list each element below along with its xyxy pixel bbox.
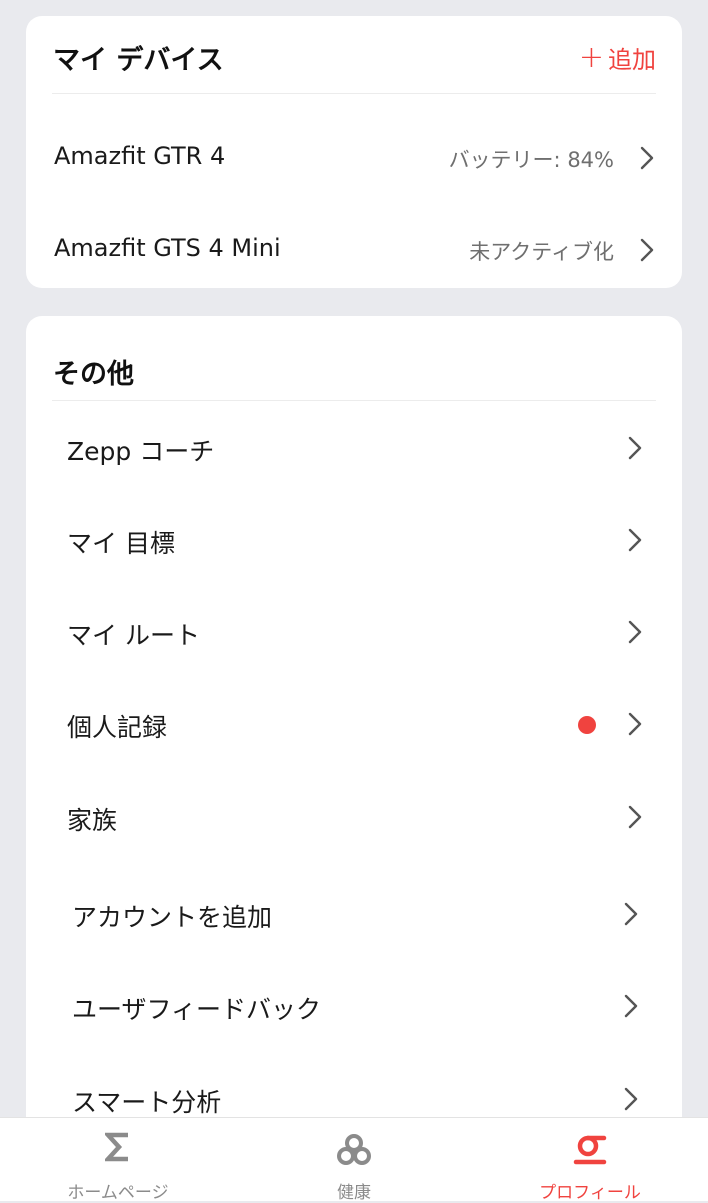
menu-item-user-feedback[interactable]: ユーザフィードバック — [26, 966, 682, 1046]
notification-dot — [578, 716, 596, 734]
tab-label: プロフィール — [539, 1183, 641, 1203]
menu-item-my-routes[interactable]: マイ ルート — [26, 592, 682, 672]
tab-label: 健康 — [337, 1183, 371, 1203]
health-icon — [337, 1134, 371, 1165]
menu-item-label: Zepp コーチ — [67, 437, 215, 466]
chevron-right-icon — [624, 994, 638, 1018]
menu-item-add-account[interactable]: アカウントを追加 — [26, 874, 682, 954]
menu-item-personal-records[interactable]: 個人記録 — [26, 684, 682, 764]
device-status: 未アクティブ化 — [469, 240, 614, 264]
others-card: その他 Zepp コーチ マイ 目標 マイ ルート 個人記録 家族 アカウントを… — [26, 316, 682, 1146]
my-devices-card: マイ デバイス + 追加 Amazfit GTR 4 バッテリー: 84% Am… — [26, 16, 682, 288]
chevron-right-icon — [628, 620, 642, 644]
menu-item-family[interactable]: 家族 — [26, 777, 682, 857]
my-devices-title: マイ デバイス — [53, 45, 224, 76]
device-row-gts4-mini[interactable]: Amazfit GTS 4 Mini 未アクティブ化 — [26, 214, 682, 284]
chevron-right-icon — [624, 902, 638, 926]
plus-icon: + — [578, 39, 604, 75]
device-name: Amazfit GTR 4 — [54, 142, 226, 170]
device-name: Amazfit GTS 4 Mini — [54, 234, 281, 262]
sigma-icon — [105, 1132, 128, 1162]
add-device-button[interactable]: + 追加 — [579, 40, 656, 75]
chevron-right-icon — [628, 528, 642, 552]
tab-health[interactable]: 健康 — [236, 1118, 472, 1203]
profile-icon — [573, 1135, 607, 1165]
menu-item-label: スマート分析 — [72, 1088, 222, 1117]
tab-profile[interactable]: プロフィール — [472, 1118, 708, 1203]
menu-item-label: アカウントを追加 — [72, 903, 273, 932]
chevron-right-icon — [628, 712, 642, 736]
divider — [52, 93, 656, 94]
menu-item-label: 家族 — [67, 806, 118, 835]
menu-item-label: ユーザフィードバック — [72, 995, 322, 1024]
menu-item-my-goals[interactable]: マイ 目標 — [26, 500, 682, 580]
tab-home[interactable]: ホームページ — [0, 1118, 236, 1203]
chevron-right-icon — [628, 436, 642, 460]
device-row-gtr4[interactable]: Amazfit GTR 4 バッテリー: 84% — [26, 122, 682, 192]
bottom-tab-bar: ホームページ 健康 プロフィール — [0, 1117, 708, 1203]
others-title: その他 — [53, 359, 134, 390]
device-status: バッテリー: 84% — [448, 148, 614, 172]
chevron-right-icon — [628, 805, 642, 829]
menu-item-zepp-coach[interactable]: Zepp コーチ — [26, 408, 682, 488]
menu-item-label: 個人記録 — [67, 713, 168, 742]
menu-item-label: マイ ルート — [67, 621, 200, 650]
tab-label: ホームページ — [67, 1183, 169, 1203]
add-device-label: 追加 — [608, 46, 656, 74]
chevron-right-icon — [640, 238, 654, 262]
chevron-right-icon — [640, 146, 654, 170]
divider — [52, 400, 656, 401]
menu-item-label: マイ 目標 — [67, 529, 175, 558]
chevron-right-icon — [624, 1087, 638, 1111]
